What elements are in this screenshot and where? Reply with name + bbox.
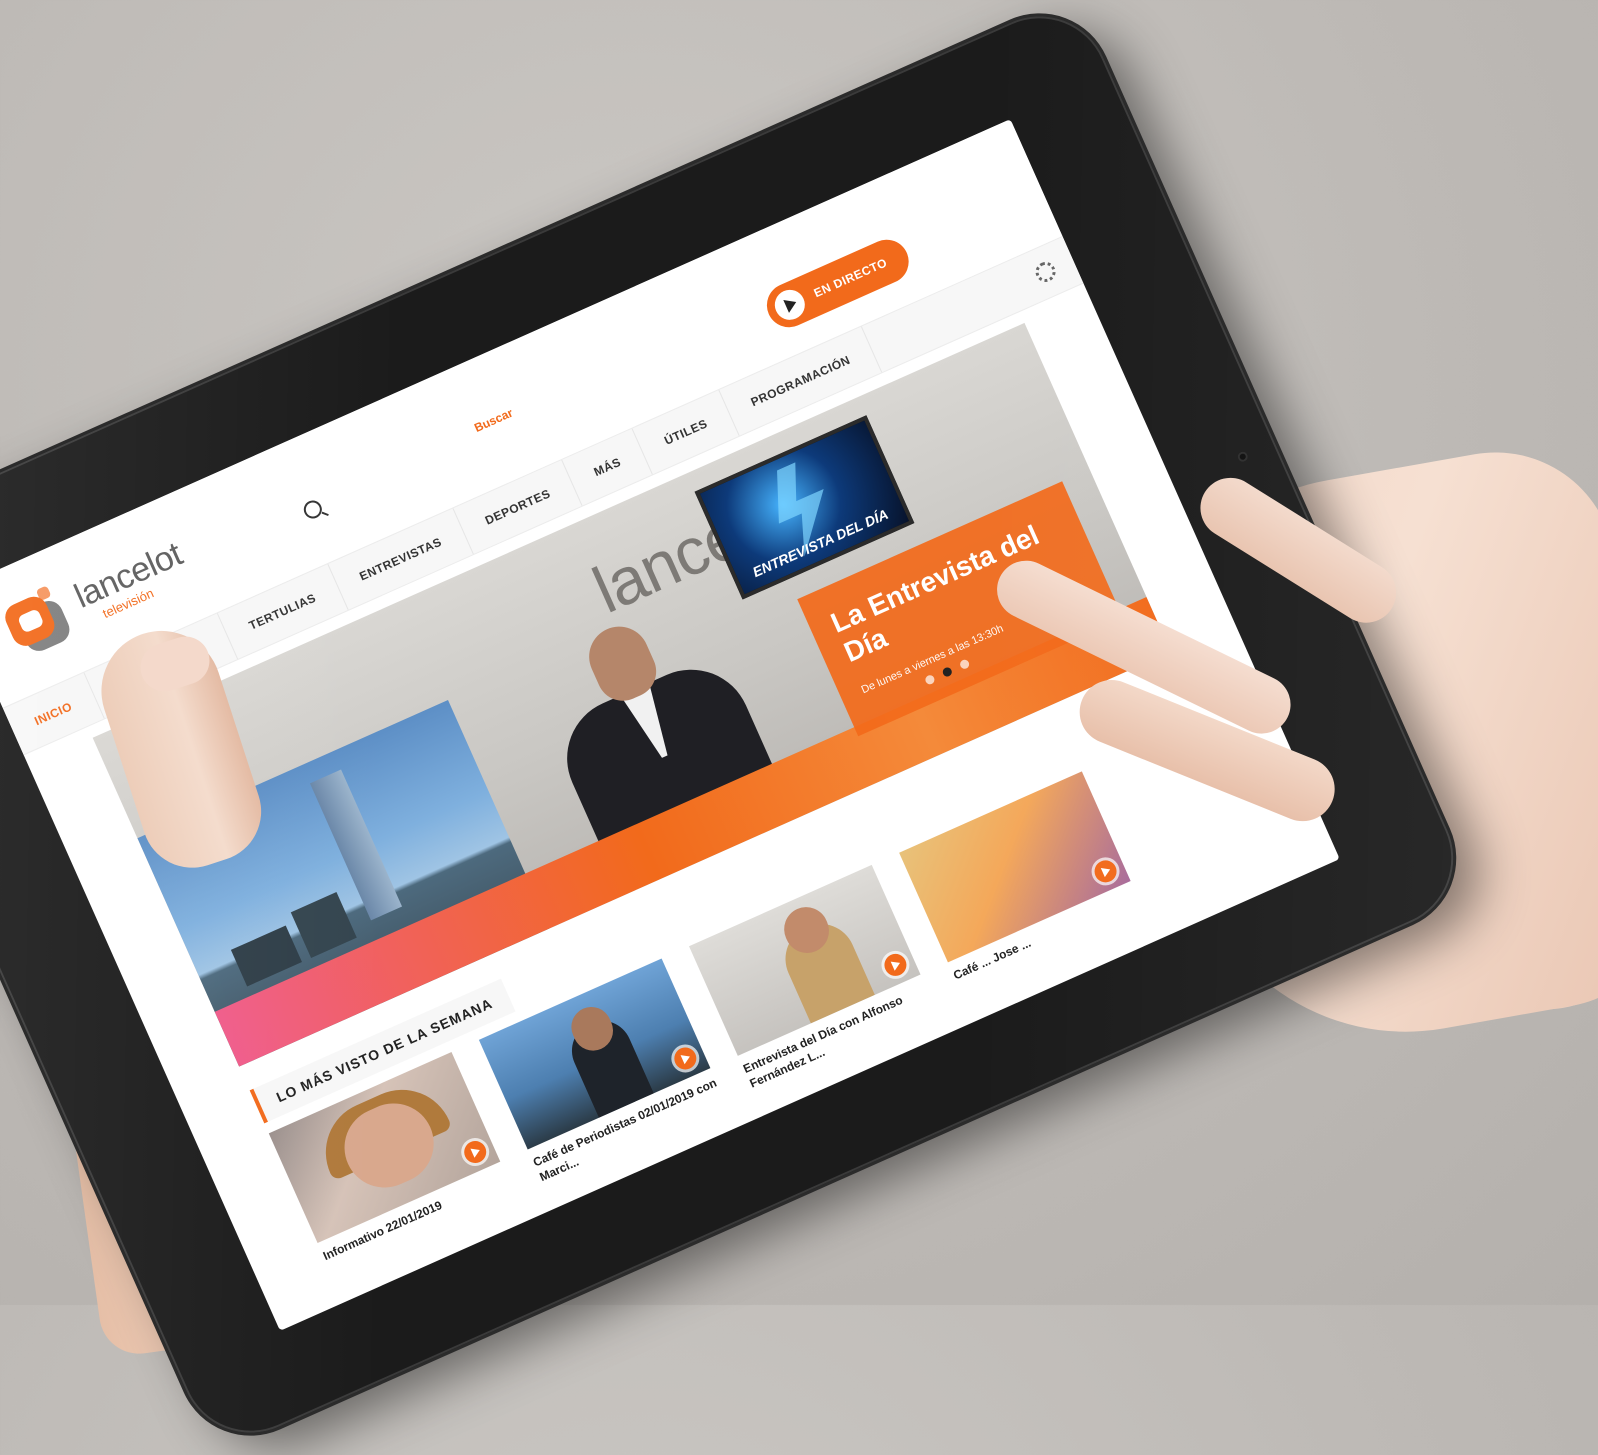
camera — [1236, 450, 1250, 464]
play-icon — [770, 285, 810, 325]
search-icon[interactable] — [300, 497, 325, 522]
logo-mark-icon — [0, 581, 81, 663]
play-icon — [670, 1043, 700, 1073]
slider-dot-active[interactable] — [941, 666, 954, 678]
play-icon — [460, 1137, 490, 1167]
video-card[interactable]: Entrevista del Día con Alfonso Fernández… — [689, 864, 936, 1092]
video-card[interactable]: Café ... Jose ... — [899, 771, 1140, 984]
live-label: EN DIRECTO — [811, 255, 890, 301]
settings-icon[interactable] — [1032, 258, 1059, 286]
slider-dot[interactable] — [923, 673, 936, 686]
play-icon — [1091, 856, 1121, 886]
video-thumbnail[interactable] — [899, 771, 1131, 963]
video-card[interactable]: Café de Periodistas 02/01/2019 con Marci… — [478, 958, 726, 1185]
play-icon — [880, 950, 910, 980]
slider-dot[interactable] — [958, 658, 971, 671]
